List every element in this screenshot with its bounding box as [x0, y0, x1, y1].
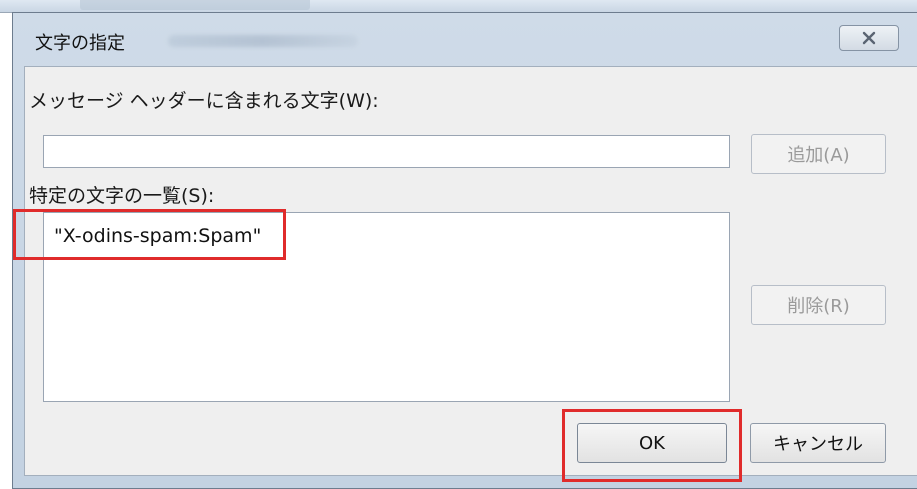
add-button[interactable]: 追加(A) — [751, 134, 886, 174]
cancel-button[interactable]: キャンセル — [750, 423, 886, 463]
delete-button[interactable]: 削除(R) — [751, 285, 886, 325]
dialog-title: 文字の指定 — [35, 33, 125, 54]
close-icon — [862, 31, 876, 45]
highlight-box-list-item — [13, 209, 286, 260]
header-chars-input[interactable] — [43, 135, 730, 168]
char-list-label: 特定の文字の一覧(S): — [29, 185, 215, 207]
background-window-strip — [80, 0, 310, 10]
highlight-box-ok-button — [562, 409, 742, 482]
blurred-title-area — [168, 35, 358, 47]
close-button[interactable] — [839, 25, 899, 51]
dialog-titlebar[interactable]: 文字の指定 — [13, 13, 917, 65]
header-chars-label: メッセージ ヘッダーに含まれる文字(W): — [29, 90, 379, 112]
